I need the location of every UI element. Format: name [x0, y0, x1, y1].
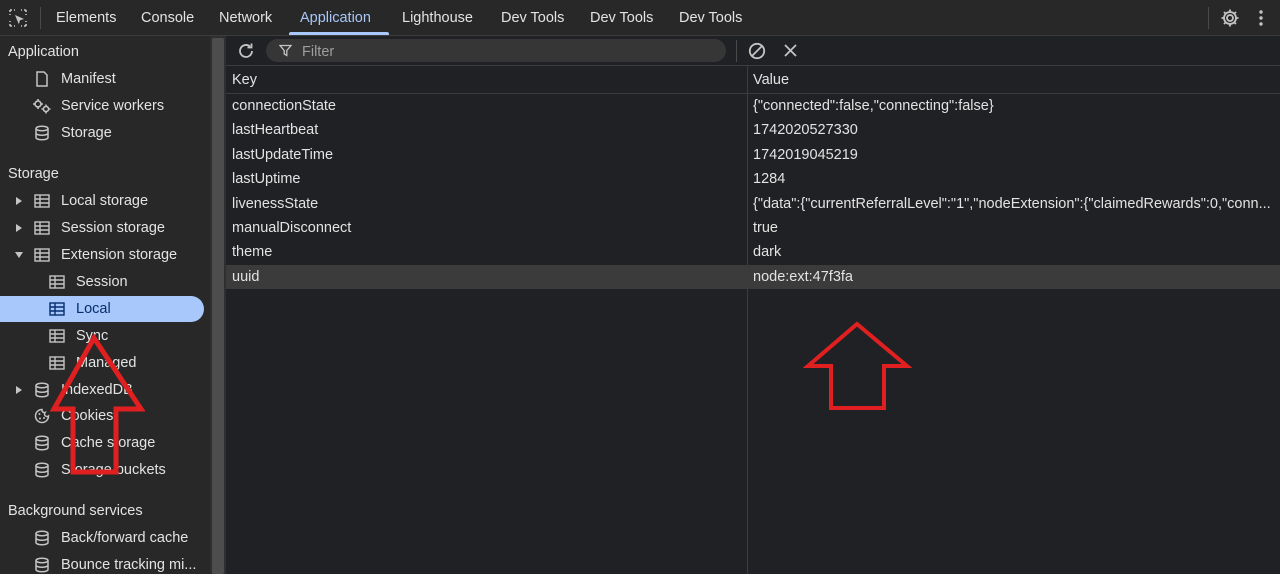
sidebar-item-label: Extension storage [61, 247, 178, 263]
sidebar-item-label: Local storage [61, 193, 149, 209]
section-header-storage: Storage [8, 166, 59, 182]
sidebar-item-manifest[interactable]: Manifest [0, 66, 210, 92]
value-cell: dark [753, 244, 782, 261]
sidebar-item-label: Manifest [61, 71, 116, 87]
storage-table: Key Value connectionState {"connected":fa… [226, 66, 1280, 574]
table-icon [34, 248, 50, 262]
table-row[interactable]: uuid node:ext:47f3fa [226, 264, 1280, 290]
database-icon [35, 435, 49, 451]
active-tab-indicator [289, 32, 389, 35]
devtools-tab-bar: Elements Console Network Application Lig… [0, 0, 1280, 36]
table-row[interactable]: lastUptime 1284 [226, 167, 1280, 191]
sidebar-item-extension-storage[interactable]: Extension storage [0, 242, 210, 268]
annotation-arrow-up-value [803, 321, 913, 410]
sidebar-item-back-forward-cache[interactable]: Back/forward cache [0, 525, 210, 551]
document-icon [36, 71, 48, 87]
expand-arrow-icon[interactable] [16, 196, 22, 205]
cookie-icon [34, 408, 50, 424]
key-cell: connectionState [232, 98, 336, 114]
expand-arrow-icon[interactable] [16, 223, 22, 232]
tab-network[interactable]: Network [219, 0, 272, 36]
delete-selected-icon[interactable] [783, 43, 798, 58]
sidebar-item-storage[interactable]: Storage [0, 120, 210, 146]
section-header-background-services: Background services [8, 503, 143, 519]
filter-input[interactable] [300, 39, 704, 64]
toolbar-divider [1208, 7, 1209, 29]
sidebar-item-local-storage[interactable]: Local storage [0, 188, 210, 214]
toolbar-divider [40, 7, 41, 29]
key-cell: theme [232, 244, 273, 261]
table-icon [34, 194, 50, 208]
sidebar-item-session-storage[interactable]: Session storage [0, 215, 210, 241]
table-row[interactable]: connectionState {"connected":false,"conne… [226, 94, 1280, 118]
table-icon [34, 221, 50, 235]
sidebar-item-label: Storage [61, 125, 112, 141]
more-options-icon[interactable] [1258, 8, 1264, 28]
key-cell: manualDisconnect [232, 220, 352, 236]
section-header-application: Application [8, 44, 79, 60]
column-header-value[interactable]: Value [753, 66, 789, 94]
key-cell: lastUptime [232, 171, 301, 188]
inspect-element-icon[interactable] [9, 9, 27, 27]
key-cell: lastHeartbeat [232, 122, 319, 139]
gears-icon [33, 99, 51, 114]
value-cell: {"connected":false,"connecting":false} [753, 98, 994, 114]
sidebar-item-label: Service workers [61, 98, 165, 114]
table-row[interactable]: lastUpdateTime 1742019045219 [226, 143, 1280, 167]
table-row[interactable]: manualDisconnect true [226, 216, 1280, 240]
table-row[interactable]: theme dark [226, 240, 1280, 264]
sidebar-item-local[interactable]: Local [0, 296, 204, 322]
key-cell: livenessState [232, 195, 319, 212]
tab-lighthouse[interactable]: Lighthouse [402, 0, 473, 36]
sidebar-item-label: Session storage [61, 220, 165, 236]
value-cell: true [753, 220, 778, 236]
tab-dev-tools-1[interactable]: Dev Tools [501, 0, 564, 36]
filter-funnel-icon [279, 44, 292, 57]
database-icon [35, 530, 49, 546]
table-row[interactable]: lastHeartbeat 1742020527330 [226, 118, 1280, 142]
tab-application[interactable]: Application [300, 0, 371, 36]
sidebar-item-label: Back/forward cache [61, 530, 189, 546]
table-icon [49, 302, 65, 316]
sidebar-item-label: Bounce tracking mi... [61, 557, 197, 573]
value-cell: 1742020527330 [753, 122, 858, 139]
value-cell: 1742019045219 [753, 146, 858, 163]
column-divider[interactable] [747, 66, 748, 574]
tab-dev-tools-2[interactable]: Dev Tools [590, 0, 653, 36]
value-cell: node:ext:47f3fa [753, 268, 853, 285]
sidebar-scrollbar-thumb[interactable] [212, 38, 224, 574]
sidebar-item-session[interactable]: Session [0, 269, 210, 295]
filter-field[interactable] [266, 39, 726, 64]
expand-arrow-icon[interactable] [16, 385, 22, 394]
database-icon [35, 557, 49, 573]
annotation-arrow-up-sidebar [50, 334, 145, 475]
value-cell: {"data":{"currentReferralLevel":"1","nod… [753, 195, 1271, 212]
clear-all-icon[interactable] [747, 41, 767, 61]
key-cell: lastUpdateTime [232, 146, 334, 163]
table-row[interactable]: livenessState {"data":{"currentReferralLe… [226, 192, 1280, 216]
value-cell: 1284 [753, 171, 786, 188]
sidebar-item-label: Session [76, 274, 128, 290]
application-sidebar: Application Manifest Service workers Sto… [0, 36, 210, 574]
table-icon [49, 275, 65, 289]
column-header-key[interactable]: Key [232, 66, 257, 94]
refresh-icon[interactable] [236, 41, 256, 61]
database-icon [35, 125, 49, 141]
key-cell: uuid [232, 268, 260, 285]
collapse-arrow-icon[interactable] [14, 252, 23, 258]
database-icon [35, 462, 49, 478]
settings-gear-icon[interactable] [1220, 8, 1240, 28]
tab-dev-tools-3[interactable]: Dev Tools [679, 0, 742, 36]
storage-toolbar [226, 36, 1280, 66]
table-header: Key Value [226, 66, 1280, 94]
sidebar-item-bounce-tracking[interactable]: Bounce tracking mi... [0, 552, 210, 574]
database-icon [35, 382, 49, 398]
sidebar-item-service-workers[interactable]: Service workers [0, 93, 210, 119]
toolbar-divider [736, 40, 737, 62]
sidebar-item-label: Local [76, 301, 111, 317]
tab-console[interactable]: Console [141, 0, 194, 36]
tab-elements[interactable]: Elements [56, 0, 116, 36]
